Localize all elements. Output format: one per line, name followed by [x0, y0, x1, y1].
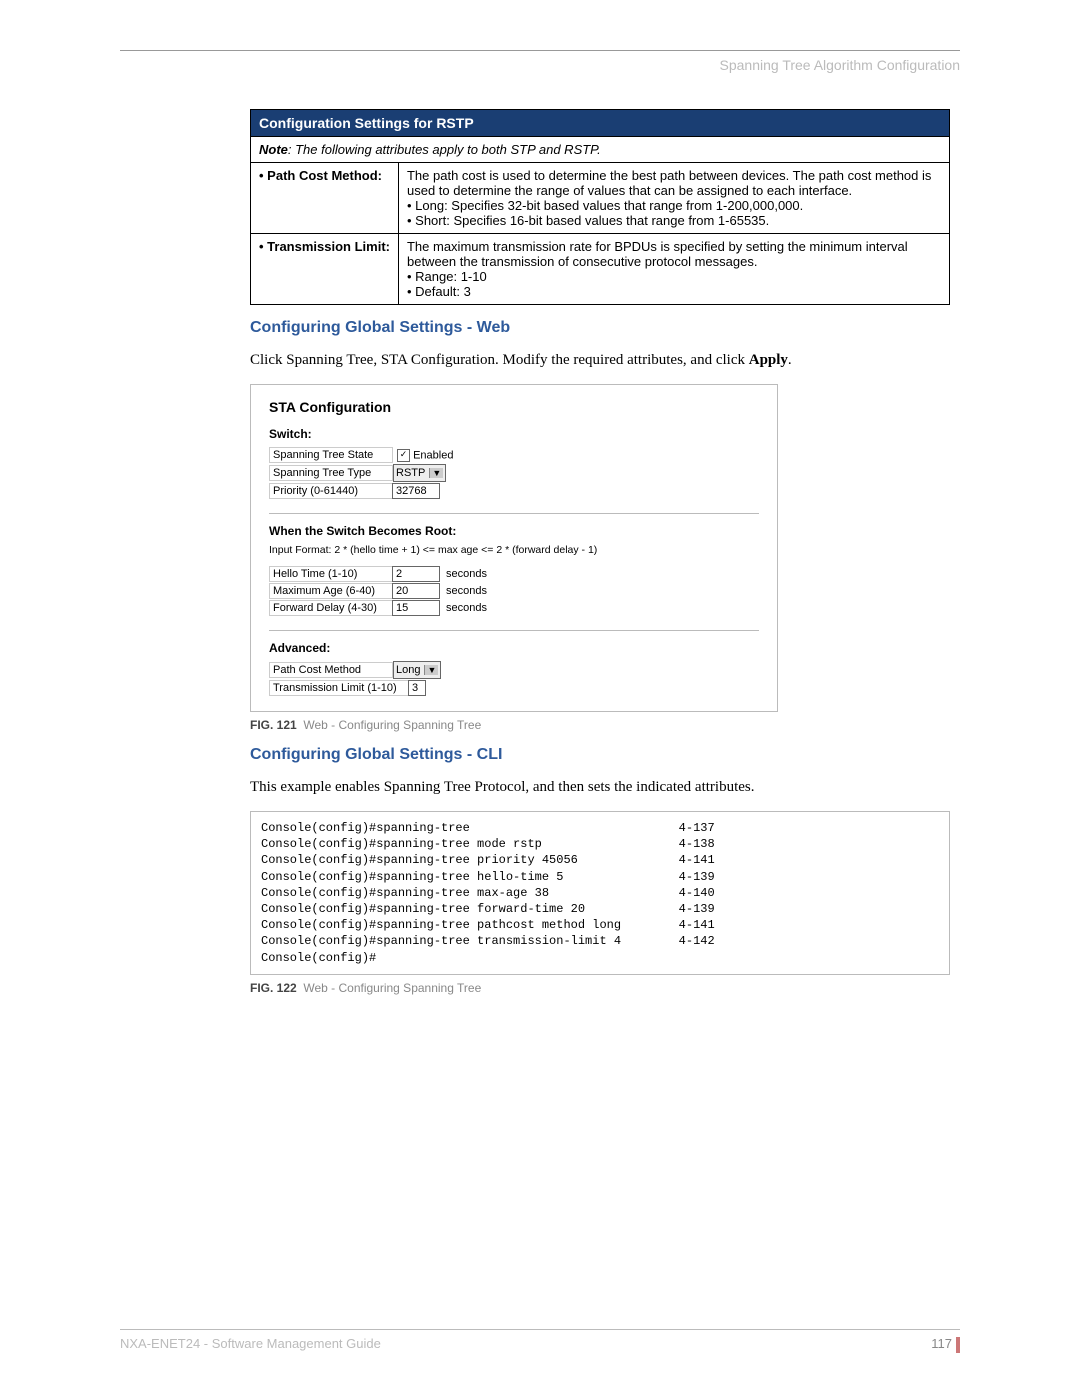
pcm-select[interactable]: Long▼: [393, 661, 441, 679]
note-body: : The following attributes apply to both…: [288, 142, 601, 157]
panel-title: STA Configuration: [269, 399, 759, 415]
table-note: Note: The following attributes apply to …: [251, 137, 950, 163]
row-desc: The maximum transmission rate for BPDUs …: [398, 234, 949, 305]
config-table: Configuration Settings for RSTP Note: Th…: [250, 109, 950, 305]
priority-input[interactable]: 32768: [392, 483, 440, 499]
root-label: When the Switch Becomes Root:: [269, 524, 759, 538]
footer-doc: NXA-ENET24 - Software Management Guide: [120, 1336, 381, 1353]
sta-config-panel: STA Configuration Switch: Spanning Tree …: [250, 384, 778, 712]
web-heading: Configuring Global Settings - Web: [250, 319, 950, 337]
cli-heading: Configuring Global Settings - CLI: [250, 746, 950, 764]
hello-label: Hello Time (1-10): [269, 566, 393, 582]
page-bar-icon: [956, 1337, 960, 1353]
note-label: Note: [259, 142, 288, 157]
maxage-label: Maximum Age (6-40): [269, 583, 393, 599]
hello-input[interactable]: 2: [392, 566, 440, 582]
pcm-label: Path Cost Method: [269, 662, 393, 678]
web-intro: Click Spanning Tree, STA Configuration. …: [250, 352, 950, 369]
footer: NXA-ENET24 - Software Management Guide 1…: [120, 1329, 960, 1353]
tl-input[interactable]: 3: [408, 680, 426, 696]
footer-page: 117: [931, 1336, 952, 1351]
row-name: • Path Cost Method:: [251, 163, 399, 234]
fig121-caption: FIG. 121 Web - Configuring Spanning Tree: [250, 718, 950, 732]
fig122-caption: FIG. 122 Web - Configuring Spanning Tree: [250, 981, 950, 995]
header-breadcrumb: Spanning Tree Algorithm Configuration: [120, 57, 960, 73]
type-label: Spanning Tree Type: [269, 465, 393, 481]
table-title: Configuration Settings for RSTP: [251, 110, 950, 137]
table-row: • Transmission Limit: The maximum transm…: [251, 234, 950, 305]
formula-text: Input Format: 2 * (hello time + 1) <= ma…: [269, 544, 759, 556]
switch-label: Switch:: [269, 427, 759, 441]
fwd-label: Forward Delay (4-30): [269, 600, 393, 616]
tl-label: Transmission Limit (1-10): [269, 680, 409, 696]
cli-block: Console(config)#spanning-tree 4-137 Cons…: [250, 811, 950, 975]
maxage-input[interactable]: 20: [392, 583, 440, 599]
chevron-down-icon: ▼: [424, 665, 438, 675]
cli-intro: This example enables Spanning Tree Proto…: [250, 779, 950, 796]
type-select[interactable]: RSTP▼: [393, 464, 446, 482]
fwd-input[interactable]: 15: [392, 600, 440, 616]
table-row: • Path Cost Method: The path cost is use…: [251, 163, 950, 234]
state-checkbox[interactable]: ✓ Enabled: [397, 449, 453, 462]
advanced-label: Advanced:: [269, 641, 759, 655]
row-name: • Transmission Limit:: [251, 234, 399, 305]
row-desc: The path cost is used to determine the b…: [398, 163, 949, 234]
state-label: Spanning Tree State: [269, 447, 393, 463]
priority-label: Priority (0-61440): [269, 483, 393, 499]
chevron-down-icon: ▼: [429, 468, 443, 478]
